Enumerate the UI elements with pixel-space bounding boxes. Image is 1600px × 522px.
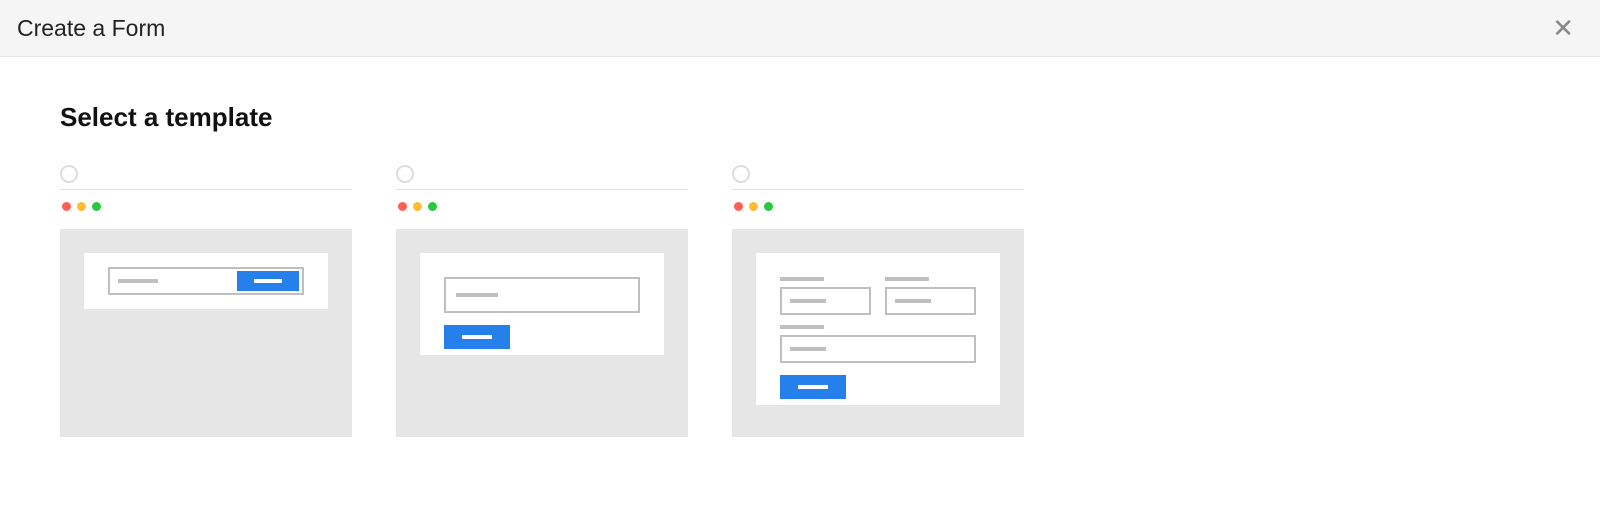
traffic-light-green-icon [764, 202, 773, 211]
preview-field-col [885, 277, 976, 315]
preview-submit-button [444, 325, 510, 349]
dialog-title: Create a Form [17, 15, 165, 42]
template-preview [732, 229, 1024, 437]
window-traffic-lights [396, 202, 688, 211]
template-preview [396, 229, 688, 437]
preview-submit-button [780, 375, 846, 399]
preview-form [420, 253, 664, 355]
preview-placeholder-line [895, 299, 931, 303]
templates-row [60, 165, 1540, 437]
preview-placeholder-line [790, 347, 826, 351]
window-traffic-lights [732, 202, 1024, 211]
preview-field-row [780, 277, 976, 315]
preview-form [756, 253, 1000, 405]
preview-field-label-line [780, 325, 824, 329]
section-title: Select a template [60, 102, 1540, 133]
card-divider [60, 189, 352, 190]
preview-placeholder-line [456, 293, 498, 297]
preview-placeholder-line [790, 299, 826, 303]
preview-field-col [780, 277, 871, 315]
traffic-light-green-icon [428, 202, 437, 211]
radio-icon[interactable] [732, 165, 750, 183]
preview-field-full [780, 325, 976, 363]
close-icon: ✕ [1552, 13, 1574, 43]
template-card-single-field[interactable] [396, 165, 688, 437]
preview-submit-button [237, 271, 299, 291]
template-preview [60, 229, 352, 437]
traffic-light-yellow-icon [749, 202, 758, 211]
card-divider [396, 189, 688, 190]
preview-button-label-line [254, 279, 282, 283]
traffic-light-red-icon [398, 202, 407, 211]
preview-input-field [444, 277, 640, 313]
radio-icon[interactable] [396, 165, 414, 183]
card-divider [732, 189, 1024, 190]
traffic-light-green-icon [92, 202, 101, 211]
preview-placeholder-line [118, 279, 158, 283]
window-traffic-lights [60, 202, 352, 211]
template-card-inline-submit[interactable] [60, 165, 352, 437]
preview-field-label-line [780, 277, 824, 281]
preview-input-field [780, 287, 871, 315]
preview-button-label-line [462, 335, 492, 339]
preview-button-label-line [798, 385, 828, 389]
preview-form [84, 253, 328, 309]
preview-input-with-button [108, 267, 304, 295]
close-button[interactable]: ✕ [1548, 11, 1578, 45]
dialog-content: Select a template [0, 57, 1600, 437]
traffic-light-red-icon [734, 202, 743, 211]
traffic-light-red-icon [62, 202, 71, 211]
template-card-multi-field[interactable] [732, 165, 1024, 437]
preview-input-field [780, 335, 976, 363]
traffic-light-yellow-icon [77, 202, 86, 211]
radio-icon[interactable] [60, 165, 78, 183]
preview-input-field [885, 287, 976, 315]
dialog-header: Create a Form ✕ [0, 0, 1600, 57]
traffic-light-yellow-icon [413, 202, 422, 211]
preview-field-label-line [885, 277, 929, 281]
